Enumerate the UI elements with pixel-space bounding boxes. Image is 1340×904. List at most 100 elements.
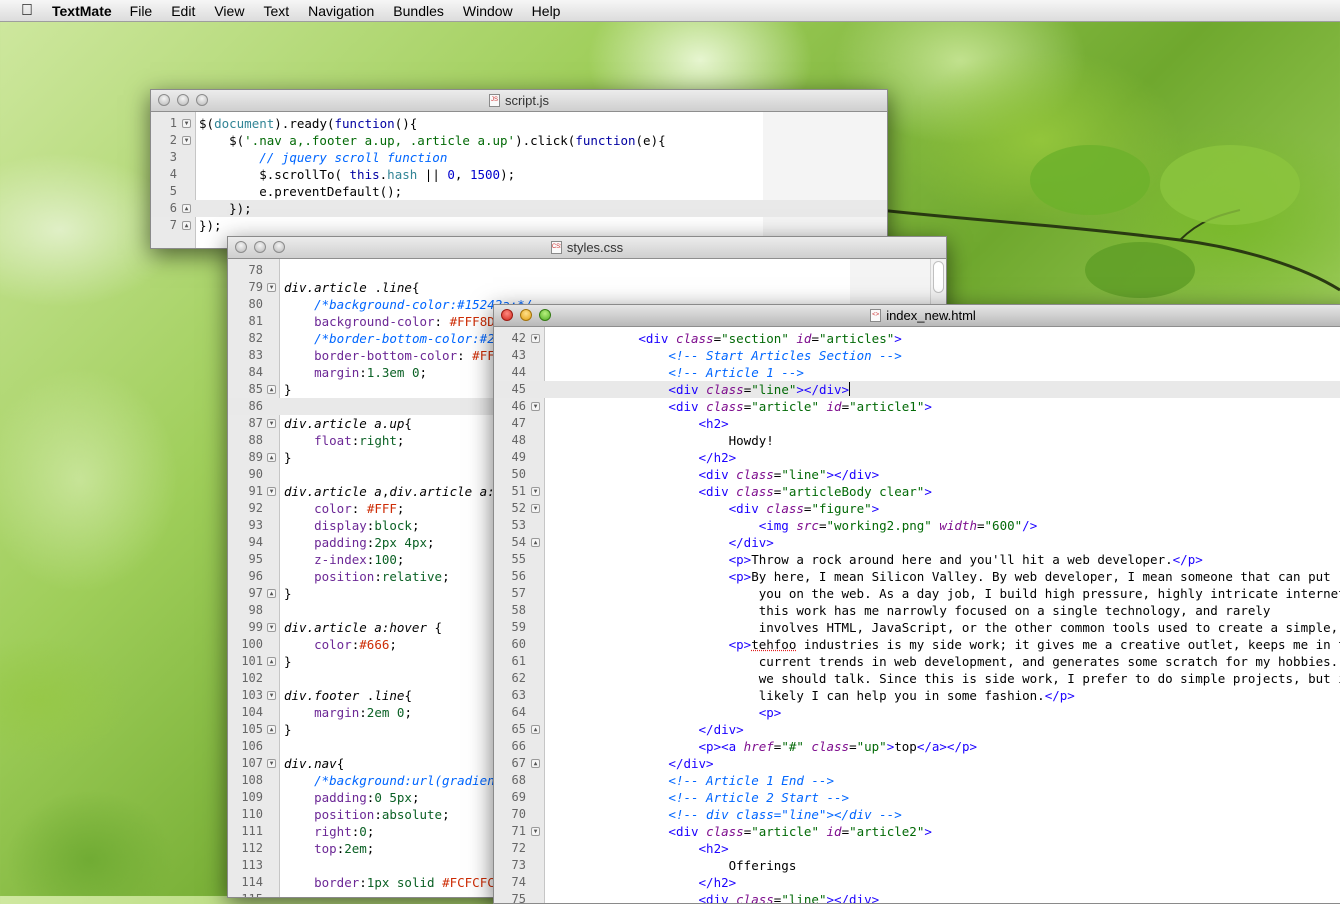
fold-open-icon[interactable]: ▼ [267,691,276,700]
fold-close-icon[interactable]: ▲ [182,204,191,213]
code-line[interactable]: 42 ▼ <div class="section" id="articles"> [494,330,1340,347]
code-line[interactable]: 47 <h2> [494,415,1340,432]
code-line[interactable]: 51 ▼ <div class="articleBody clear"> [494,483,1340,500]
fold-open-icon[interactable]: ▼ [531,487,540,496]
code-line[interactable]: 52 ▼ <div class="figure"> [494,500,1340,517]
code-line[interactable]: 74 </h2> [494,874,1340,891]
fold-open-icon[interactable]: ▼ [531,504,540,513]
code-line[interactable]: 5 e.preventDefault(); [151,183,887,200]
code-line[interactable]: 56 <p>By here, I mean Silicon Valley. By… [494,568,1340,585]
fold-open-icon[interactable]: ▼ [182,119,191,128]
code-line[interactable]: 45 <div class="line"></div> [494,381,1340,398]
code-text: } [284,381,292,398]
apple-icon[interactable]:  [16,2,38,20]
code-token: .nav [306,756,337,771]
fold-open-icon[interactable]: ▼ [267,419,276,428]
code-line[interactable]: 66 <p><a href="#" class="up">top</a></p> [494,738,1340,755]
code-line[interactable]: 3 // jquery scroll function [151,149,887,166]
code-text: top:2em; [284,840,374,857]
fold-close-icon[interactable]: ▲ [182,221,191,230]
menu-view[interactable]: View [214,3,244,19]
fold-open-icon[interactable]: ▼ [267,623,276,632]
code-line[interactable]: 65 ▲ </div> [494,721,1340,738]
code-line[interactable]: 7 ▲}); [151,217,887,234]
code-line[interactable]: 62 we should talk. Since this is side wo… [494,670,1340,687]
index-html-titlebar[interactable]: <> index_new.html [494,305,1340,327]
code-line[interactable]: 46 ▼ <div class="article" id="article1"> [494,398,1340,415]
code-token: block [374,518,412,533]
fold-close-icon[interactable]: ▲ [267,453,276,462]
code-line[interactable]: 49 </h2> [494,449,1340,466]
code-line[interactable]: 69 <!-- Article 2 Start --> [494,789,1340,806]
menu-app-name[interactable]: TextMate [52,3,112,19]
code-line[interactable]: 75 <div class="line"></div> [494,891,1340,903]
scroll-thumb[interactable] [933,261,944,293]
fold-close-icon[interactable]: ▲ [267,385,276,394]
code-line[interactable]: 79 ▼ div.article .line{ [228,279,946,296]
code-line[interactable]: 4 $.scrollTo( this.hash || 0, 1500); [151,166,887,183]
code-text: display:block; [284,517,419,534]
menu-text[interactable]: Text [263,3,289,19]
code-line[interactable]: 48 Howdy! [494,432,1340,449]
code-line[interactable]: 58 this work has me narrowly focused on … [494,602,1340,619]
code-line[interactable]: 78 [228,262,946,279]
code-lines[interactable]: 42 ▼ <div class="section" id="articles"> 4… [494,330,1340,903]
code-line[interactable]: 44 <!-- Article 1 --> [494,364,1340,381]
code-token: top [894,739,917,754]
fold-open-icon[interactable]: ▼ [267,283,276,292]
code-line[interactable]: 57 you on the web. As a day job, I build… [494,585,1340,602]
menu-edit[interactable]: Edit [171,3,195,19]
menu-bundles[interactable]: Bundles [393,3,444,19]
fold-open-icon[interactable]: ▼ [267,759,276,768]
code-lines[interactable]: 1 ▼ $(document).ready(function(){2 ▼ $('.na… [151,115,887,234]
code-token: color [314,501,352,516]
code-line[interactable]: 2 ▼ $('.nav a,.footer a.up, .article a.up… [151,132,887,149]
code-line[interactable]: 55 <p>Throw a rock around here and you'l… [494,551,1340,568]
code-line[interactable]: 59 involves HTML, JavaScript, or the oth… [494,619,1340,636]
code-token: <!-- div class="line"></div --> [668,807,902,822]
fold-open-icon[interactable]: ▼ [531,334,540,343]
code-line[interactable]: 67 ▲ </div> [494,755,1340,772]
script-js-titlebar[interactable]: JS script.js [151,90,887,112]
fold-close-icon[interactable]: ▲ [531,725,540,734]
fold-open-icon[interactable]: ▼ [531,402,540,411]
menu-file[interactable]: File [130,3,153,19]
code-line[interactable]: 68 <!-- Article 1 End --> [494,772,1340,789]
menu-window[interactable]: Window [463,3,513,19]
code-line[interactable]: 54 ▲ </div> [494,534,1340,551]
menu-help[interactable]: Help [532,3,561,19]
fold-close-icon[interactable]: ▲ [267,589,276,598]
index-html-editor[interactable]: 42 ▼ <div class="section" id="articles"> 4… [494,327,1340,903]
fold-close-icon[interactable]: ▲ [531,538,540,547]
code-line[interactable]: 43 <!-- Start Articles Section --> [494,347,1340,364]
code-line[interactable]: 53 <img src="working2.png" width="600"/> [494,517,1340,534]
code-token: id [826,399,842,414]
fold-close-icon[interactable]: ▲ [267,725,276,734]
fold-open-icon[interactable]: ▼ [182,136,191,145]
code-line[interactable]: 50 <div class="line"></div> [494,466,1340,483]
styles-css-titlebar[interactable]: CSS styles.css [228,237,946,259]
fold-open-icon[interactable]: ▼ [531,827,540,836]
code-line[interactable]: 6 ▲ }); [151,200,887,217]
code-token: <!-- Article 1 End --> [668,773,834,788]
code-line[interactable]: 64 <p> [494,704,1340,721]
code-line[interactable]: 70 <!-- div class="line"></div --> [494,806,1340,823]
fold-close-icon[interactable]: ▲ [267,657,276,666]
code-token: = [977,518,985,533]
menu-navigation[interactable]: Navigation [308,3,374,19]
code-line[interactable]: 63 likely I can help you in some fashion… [494,687,1340,704]
code-line[interactable]: 61 current trends in web development, an… [494,653,1340,670]
code-line[interactable]: 72 <h2> [494,840,1340,857]
css-file-icon: CSS [550,241,562,254]
script-js-editor[interactable]: 1 ▼ $(document).ready(function(){2 ▼ $('.na… [151,112,887,248]
fold-close-icon[interactable]: ▲ [531,759,540,768]
text-caret [849,382,851,396]
code-line[interactable]: 71 ▼ <div class="article" id="article2"> [494,823,1340,840]
code-line[interactable]: 60 <p>tehfoo industries is my side work;… [494,636,1340,653]
code-line[interactable]: 73 Offerings [494,857,1340,874]
code-line[interactable]: 1 ▼ $(document).ready(function(){ [151,115,887,132]
fold-open-icon[interactable]: ▼ [267,487,276,496]
